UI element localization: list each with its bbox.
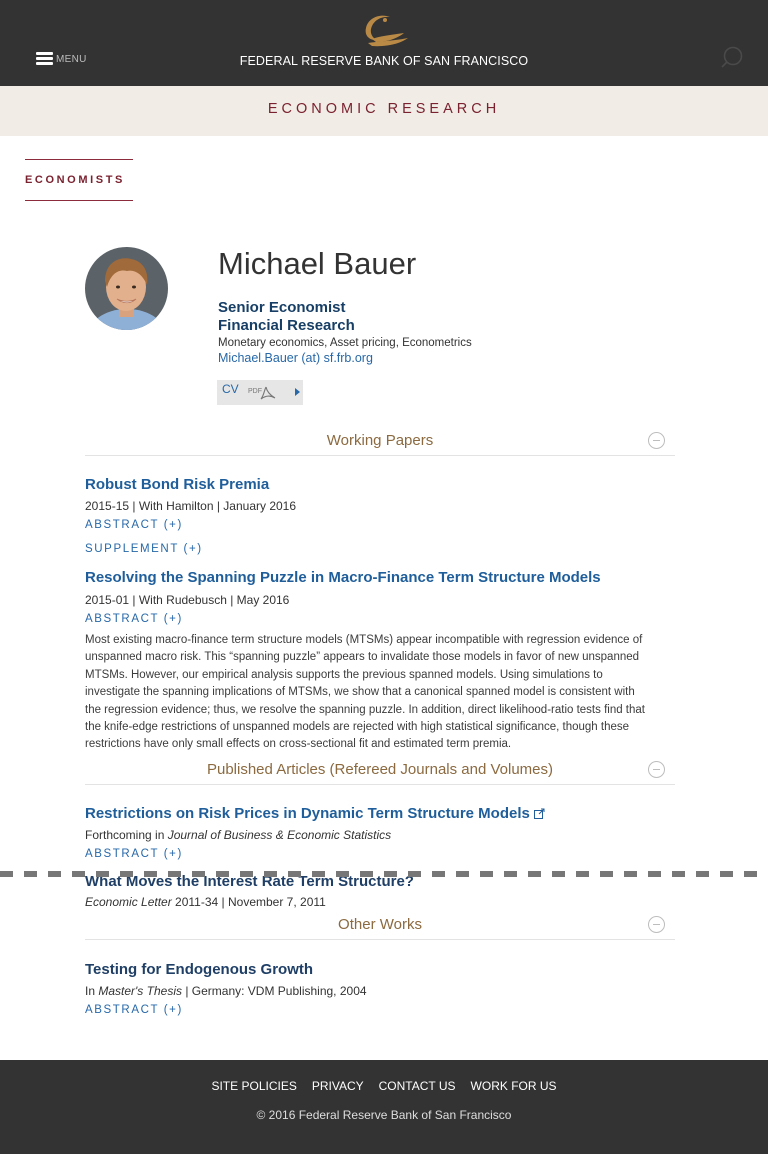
other-works-header[interactable]: Other Works xyxy=(85,916,675,940)
footer-link-contact-us[interactable]: CONTACT US xyxy=(379,1079,456,1093)
pdf-icon: PDF xyxy=(248,386,276,400)
abstract-toggle[interactable]: ABSTRACT (+) xyxy=(85,848,183,860)
abstract-text: Most existing macro-finance term structu… xyxy=(85,632,677,754)
footer-link-site-policies[interactable]: SITE POLICIES xyxy=(211,1079,296,1093)
abstract-line: the knife-edge restrictions of unspanned… xyxy=(85,721,630,734)
economist-department: Financial Research xyxy=(218,317,355,334)
working-papers-heading: Working Papers xyxy=(326,432,434,449)
abstract-line: restrictions have only small effects on … xyxy=(85,738,512,751)
email-link[interactable]: Michael.Bauer (at) sf.frb.org xyxy=(218,351,373,365)
cv-label: CV xyxy=(222,382,239,396)
search-icon[interactable] xyxy=(720,46,744,70)
research-interests: Monetary economics, Asset pricing, Econo… xyxy=(218,337,472,349)
abstract-toggle[interactable]: ABSTRACT (+) xyxy=(85,1004,183,1016)
footer-links: SITE POLICIES PRIVACY CONTACT US WORK FO… xyxy=(0,1079,768,1093)
published-articles-header[interactable]: Published Articles (Refereed Journals an… xyxy=(85,761,675,785)
publication-series: Economic Letter xyxy=(85,895,172,909)
work-meta-suffix: | Germany: VDM Publishing, 2004 xyxy=(182,984,367,998)
article-title-link[interactable]: Restrictions on Risk Prices in Dynamic T… xyxy=(85,805,545,822)
work-type: Master's Thesis xyxy=(98,984,182,998)
bank-name[interactable]: FEDERAL RESERVE BANK OF SAN FRANCISCO xyxy=(0,54,768,68)
chevron-right-icon xyxy=(295,388,300,396)
top-header: MENU FEDERAL RESERVE BANK OF SAN FRANCIS… xyxy=(0,0,768,86)
paper-meta: 2015-01 | With Rudebusch | May 2016 xyxy=(85,593,290,607)
left-nav-economists[interactable]: ECONOMISTS xyxy=(25,159,133,201)
work-meta: In Master's Thesis | Germany: VDM Publis… xyxy=(85,984,367,998)
work-meta-prefix: In xyxy=(85,984,99,998)
other-works-heading: Other Works xyxy=(338,916,422,933)
collapse-icon[interactable] xyxy=(648,432,665,449)
cv-download-button[interactable]: CV PDF xyxy=(217,380,303,405)
article-meta-prefix: Forthcoming in xyxy=(85,828,168,842)
published-articles-heading: Published Articles (Refereed Journals an… xyxy=(206,761,554,778)
economist-title: Senior Economist xyxy=(218,299,346,316)
work-title-link[interactable]: Testing for Endogenous Growth xyxy=(85,961,313,978)
external-link-icon xyxy=(533,808,545,819)
supplement-toggle[interactable]: SUPPLEMENT (+) xyxy=(85,543,203,555)
abstract-line: unspanned macro risk. This “spanning puz… xyxy=(85,651,640,664)
avatar xyxy=(85,247,168,330)
section-title[interactable]: ECONOMIC RESEARCH xyxy=(0,101,768,117)
collapse-icon[interactable] xyxy=(648,916,665,933)
working-papers-header[interactable]: Working Papers xyxy=(85,432,675,456)
collapse-icon[interactable] xyxy=(648,761,665,778)
footer: SITE POLICIES PRIVACY CONTACT US WORK FO… xyxy=(0,1060,768,1154)
abstract-line: Most existing macro-finance term structu… xyxy=(85,634,643,646)
copyright: © 2016 Federal Reserve Bank of San Franc… xyxy=(256,1108,512,1122)
paper-title-link[interactable]: Robust Bond Risk Premia xyxy=(85,476,269,493)
journal-name: Journal of Business & Economic Statistic… xyxy=(167,828,392,842)
footer-link-work-for-us[interactable]: WORK FOR US xyxy=(471,1079,557,1093)
paper-meta: 2015-15 | With Hamilton | January 2016 xyxy=(85,499,297,513)
abstract-line: the regression evidence; thus, we resolv… xyxy=(85,703,645,716)
article-meta-suffix: 2011-34 | November 7, 2011 xyxy=(171,895,326,909)
article-meta: Economic Letter 2011-34 | November 7, 20… xyxy=(85,895,326,909)
left-nav-label: ECONOMISTS xyxy=(25,174,125,186)
paper-title-link[interactable]: Resolving the Spanning Puzzle in Macro-F… xyxy=(85,569,601,586)
abstract-toggle[interactable]: ABSTRACT (+) xyxy=(85,613,183,625)
economist-name: Michael Bauer xyxy=(218,246,417,281)
abstract-toggle[interactable]: ABSTRACT (+) xyxy=(85,519,183,531)
fed-eagle-logo-icon[interactable] xyxy=(358,12,410,50)
footer-link-privacy[interactable]: PRIVACY xyxy=(312,1079,364,1093)
fold-divider xyxy=(0,871,768,877)
abstract-line: MTSMs. However, our empirical analysis s… xyxy=(85,668,603,681)
article-title-text: Restrictions on Risk Prices in Dynamic T… xyxy=(85,805,530,822)
svg-text:PDF: PDF xyxy=(248,388,262,395)
article-meta: Forthcoming in Journal of Business & Eco… xyxy=(85,828,391,842)
abstract-line: investigate the spanning implications of… xyxy=(85,686,635,699)
